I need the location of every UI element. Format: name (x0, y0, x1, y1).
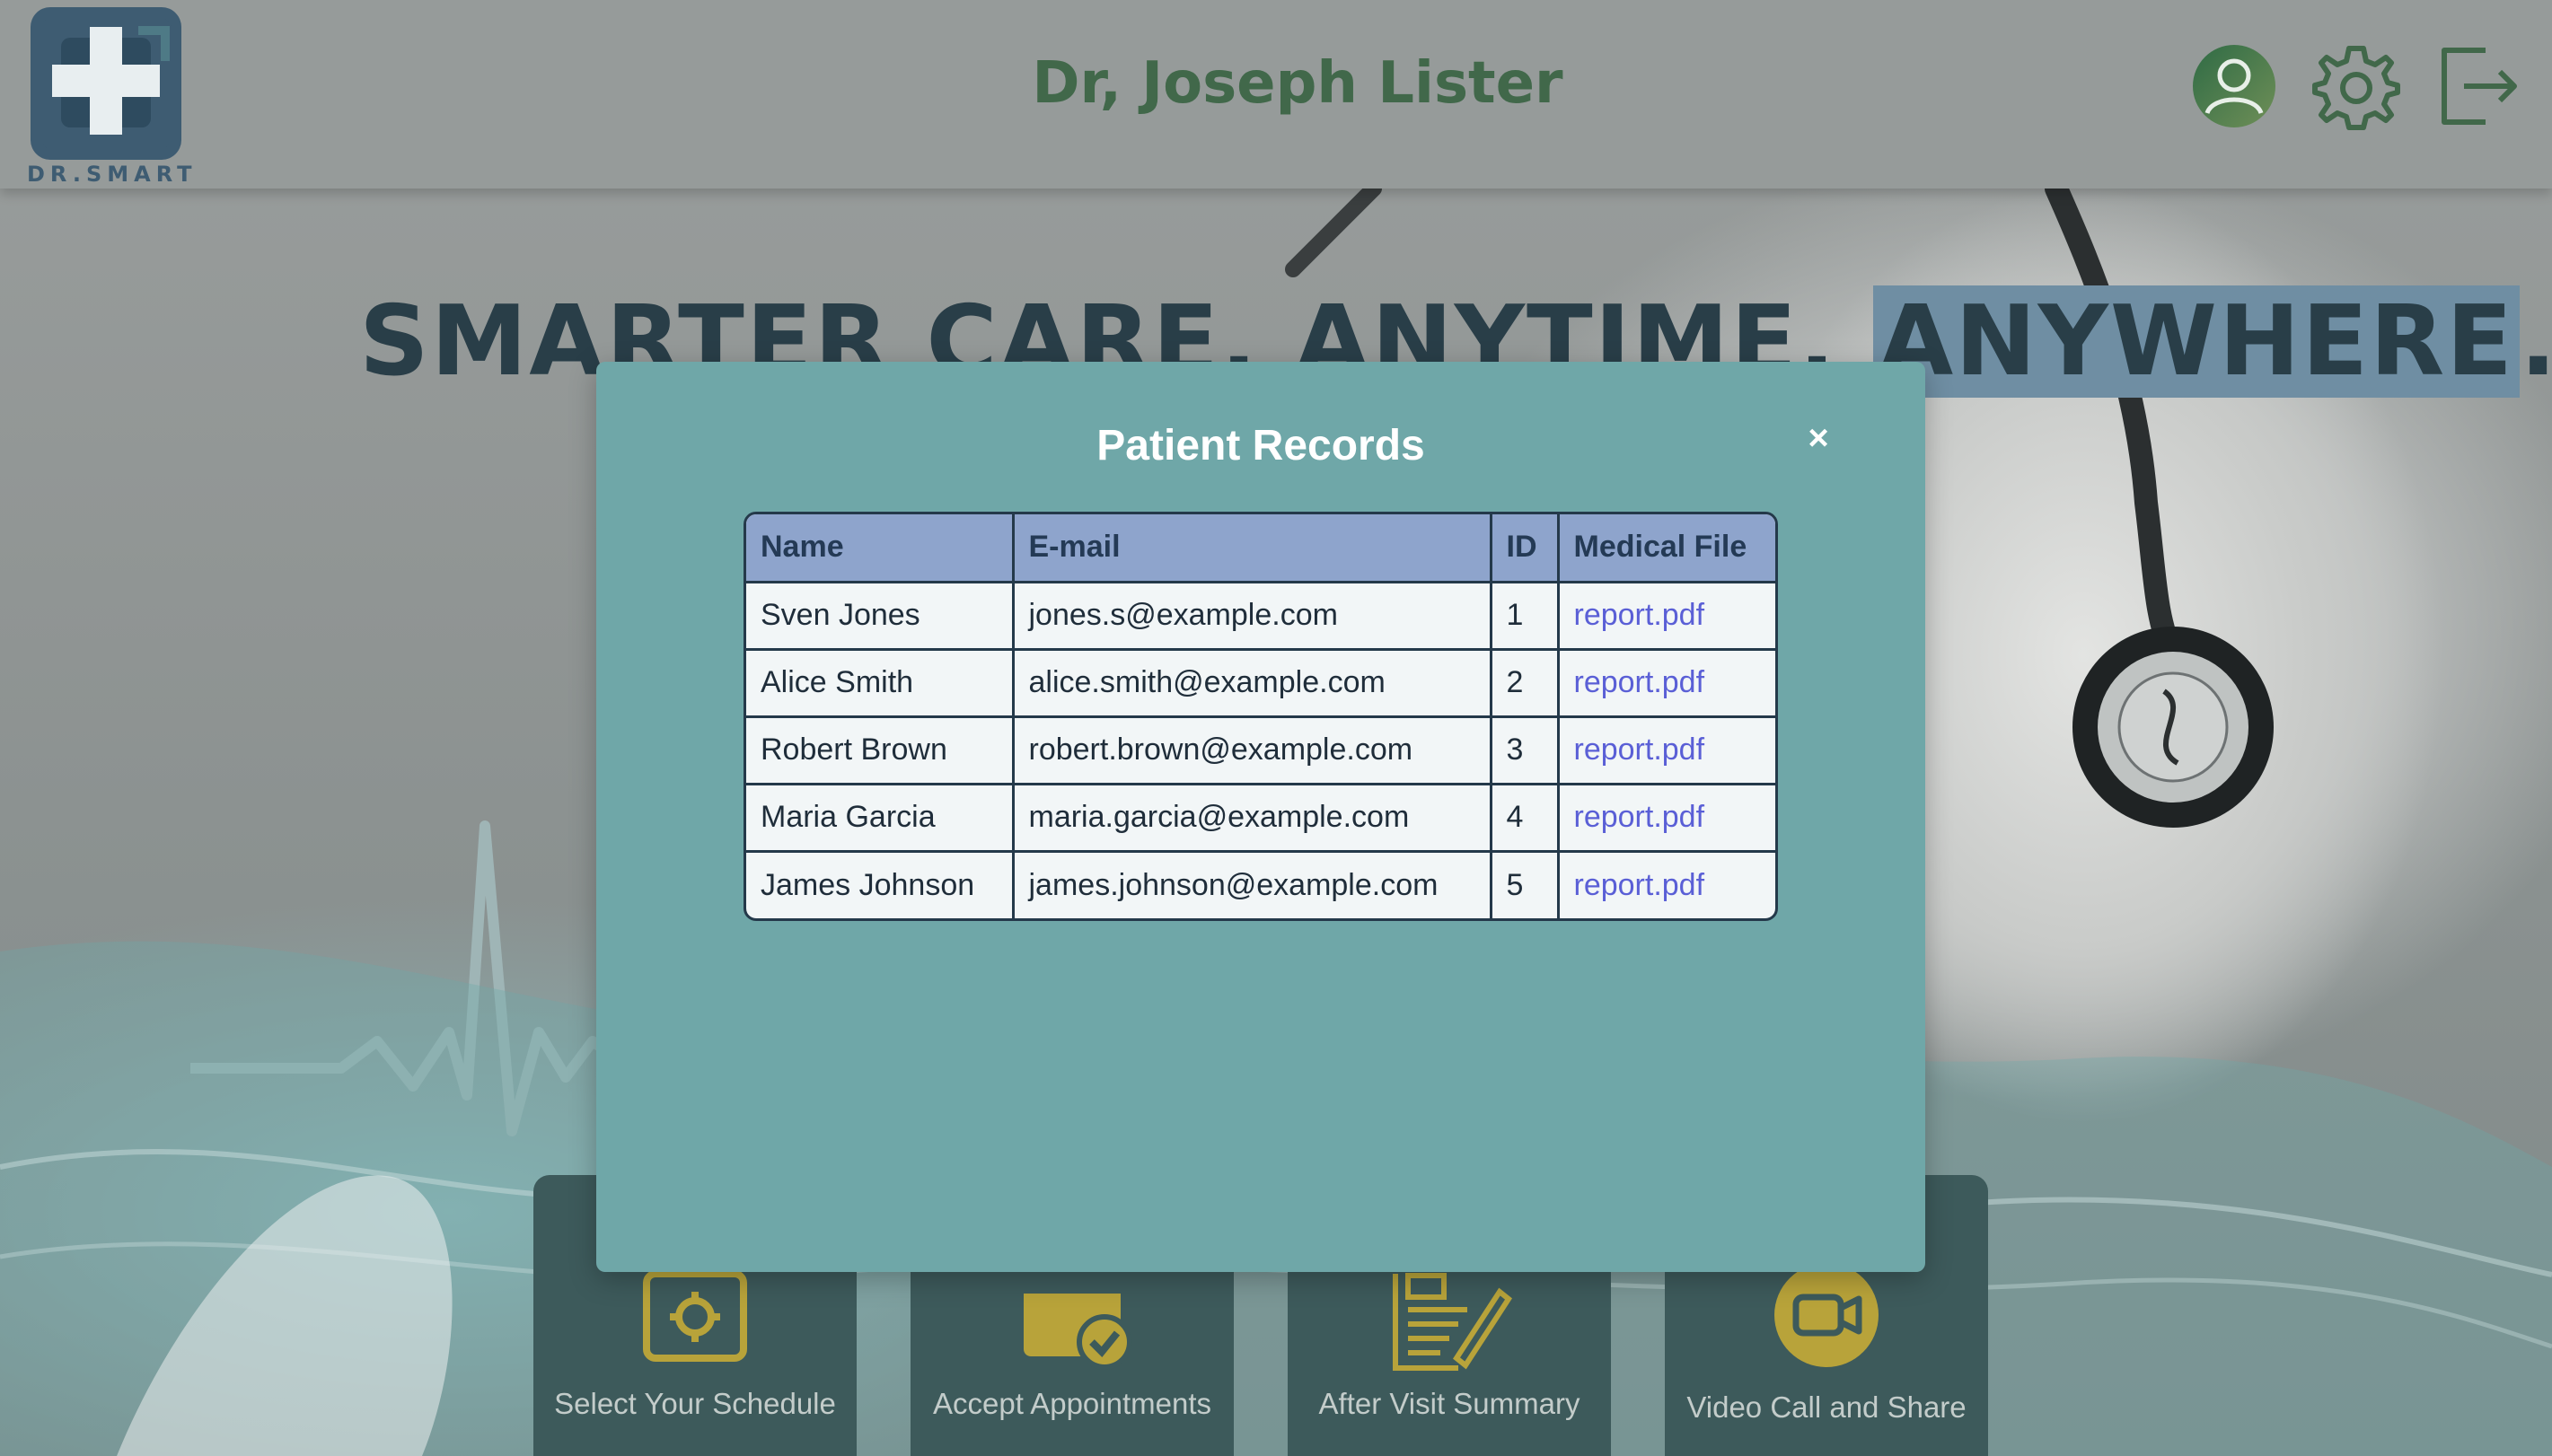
doctor-name: Dr, Joseph Lister (1032, 50, 1563, 117)
table-row: Sven Jones jones.s@example.com 1 report.… (746, 582, 1775, 651)
cell-name: Robert Brown (746, 716, 1015, 785)
medical-file-link[interactable]: report.pdf (1558, 582, 1775, 651)
patient-records-modal: Patient Records × Name E-mail ID Medical… (596, 362, 1925, 1272)
column-header-name: Name (746, 514, 1015, 583)
logo-text: DR.SMART (27, 162, 198, 187)
table-row: James Johnson james.johnson@example.com … (746, 851, 1775, 918)
medical-file-link[interactable]: report.pdf (1558, 784, 1775, 853)
settings-icon[interactable] (2311, 41, 2401, 131)
cell-id: 2 (1491, 649, 1560, 718)
close-icon[interactable]: × (1796, 416, 1841, 460)
calendar-check-icon (1018, 1265, 1135, 1377)
medical-file-link[interactable]: report.pdf (1558, 649, 1775, 718)
medical-file-link[interactable]: report.pdf (1558, 851, 1775, 918)
cell-email: robert.brown@example.com (1013, 716, 1492, 785)
card-label: After Visit Summary (1318, 1387, 1580, 1420)
document-pen-icon (1386, 1265, 1512, 1377)
column-header-email: E-mail (1013, 514, 1492, 583)
table-header-row: Name E-mail ID Medical File (746, 514, 1775, 583)
hero-period: . (2520, 285, 2552, 398)
cell-email: james.johnson@example.com (1013, 851, 1492, 918)
table-row: Maria Garcia maria.garcia@example.com 4 … (746, 784, 1775, 853)
patient-records-table: Name E-mail ID Medical File Sven Jones j… (744, 512, 1778, 921)
cell-name: Alice Smith (746, 649, 1015, 718)
cell-email: maria.garcia@example.com (1013, 784, 1492, 853)
medical-file-link[interactable]: report.pdf (1558, 716, 1775, 785)
hero-highlight: ANYWHERE (1872, 285, 2521, 398)
cell-id: 1 (1491, 582, 1560, 651)
cell-id: 5 (1491, 851, 1560, 918)
cell-name: James Johnson (746, 851, 1015, 918)
cell-name: Maria Garcia (746, 784, 1015, 853)
card-label: Select Your Schedule (554, 1387, 836, 1420)
cell-name: Sven Jones (746, 582, 1015, 651)
card-label: Video Call and Share (1686, 1390, 1967, 1424)
cell-id: 4 (1491, 784, 1560, 853)
top-header: DR.SMART Dr, Joseph Lister (0, 0, 2552, 189)
cell-email: jones.s@example.com (1013, 582, 1492, 651)
card-label: Accept Appointments (932, 1387, 1212, 1420)
column-header-medical-file: Medical File (1558, 514, 1775, 583)
medical-cross-icon (31, 7, 181, 160)
app-logo[interactable]: DR.SMART (27, 7, 198, 187)
cell-id: 3 (1491, 716, 1560, 785)
cell-email: alice.smith@example.com (1013, 649, 1492, 718)
video-camera-icon (1773, 1263, 1880, 1377)
table-row: Alice Smith alice.smith@example.com 2 re… (746, 649, 1775, 718)
column-header-id: ID (1491, 514, 1560, 583)
modal-title: Patient Records (1096, 422, 1425, 469)
table-row: Robert Brown robert.brown@example.com 3 … (746, 716, 1775, 785)
calendar-gear-icon (641, 1265, 749, 1368)
profile-icon[interactable] (2189, 41, 2279, 131)
logout-icon[interactable] (2432, 41, 2521, 131)
